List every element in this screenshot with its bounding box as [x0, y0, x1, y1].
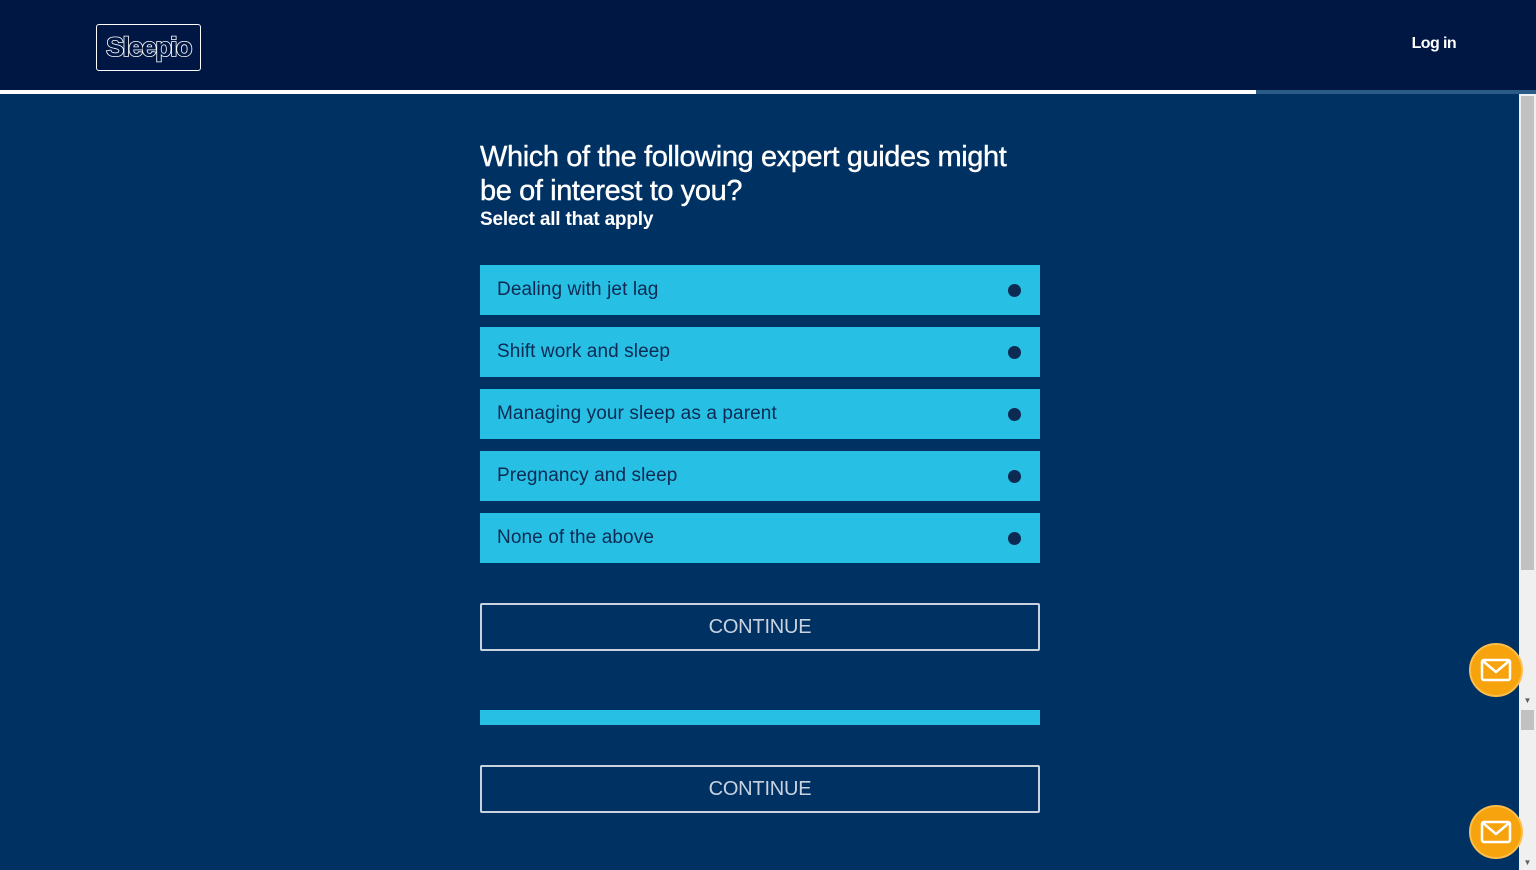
- option-jet-lag[interactable]: Dealing with jet lag: [480, 265, 1040, 315]
- option-label: Dealing with jet lag: [497, 279, 659, 300]
- scrollbar-thumb[interactable]: [1521, 96, 1534, 570]
- scroll-down-arrow-icon[interactable]: ▼: [1519, 694, 1536, 708]
- scroll-down-arrow-icon[interactable]: ▼: [1519, 856, 1536, 870]
- option-parent[interactable]: Managing your sleep as a parent: [480, 389, 1040, 439]
- question-subtitle: Select all that apply: [480, 209, 654, 230]
- radio-dot-icon: [1008, 284, 1021, 297]
- question-title: Which of the following expert guides mig…: [480, 141, 1007, 207]
- option-shift-work[interactable]: Shift work and sleep: [480, 327, 1040, 377]
- radio-dot-icon: [1008, 532, 1021, 545]
- option-pregnancy[interactable]: Pregnancy and sleep: [480, 451, 1040, 501]
- options-list: Dealing with jet lag Shift work and slee…: [480, 265, 1040, 575]
- continue-button-secondary[interactable]: CONTINUE: [480, 765, 1040, 813]
- progress-fill: [0, 90, 1257, 94]
- page: Sleepio Log in Which of the following ex…: [0, 0, 1536, 870]
- option-label: Managing your sleep as a parent: [497, 403, 777, 424]
- option-label: Pregnancy and sleep: [497, 465, 678, 486]
- logo-text: Sleepio: [105, 31, 193, 63]
- chat-button[interactable]: [1469, 643, 1523, 697]
- option-none[interactable]: None of the above: [480, 513, 1040, 563]
- mail-icon: [1480, 820, 1512, 844]
- sleepio-logo[interactable]: Sleepio: [96, 24, 201, 71]
- radio-dot-icon: [1008, 346, 1021, 359]
- question-section: Which of the following expert guides mig…: [480, 140, 1040, 563]
- cyan-strip: [480, 710, 1040, 725]
- page-scrollbar[interactable]: ▼ ▼: [1519, 94, 1536, 870]
- radio-dot-icon: [1008, 470, 1021, 483]
- login-link[interactable]: Log in: [1412, 35, 1457, 53]
- radio-dot-icon: [1008, 408, 1021, 421]
- chat-button-lower[interactable]: [1469, 805, 1523, 859]
- progress-bar: [0, 90, 1536, 94]
- option-label: None of the above: [497, 527, 654, 548]
- option-label: Shift work and sleep: [497, 341, 671, 362]
- scrollbar-thumb-lower[interactable]: [1521, 710, 1534, 730]
- mail-icon: [1480, 658, 1512, 682]
- continue-button[interactable]: CONTINUE: [480, 603, 1040, 651]
- top-header: Sleepio Log in: [0, 0, 1536, 90]
